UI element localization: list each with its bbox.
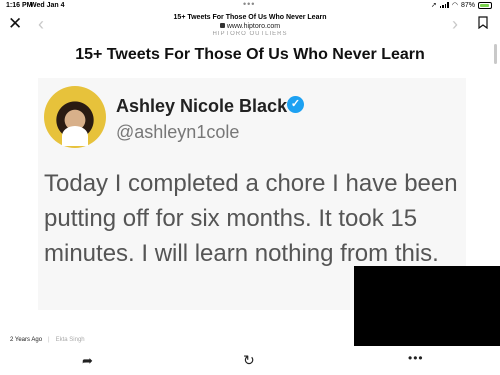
tweet-author-name: Ashley Nicole Black xyxy=(116,96,288,116)
bottom-toolbar: ➦ ↻ ••• xyxy=(0,350,500,375)
battery-percent: 87% xyxy=(460,1,475,9)
reload-icon[interactable]: ↻ xyxy=(243,352,255,369)
status-date: Wed Jan 4 xyxy=(30,2,65,9)
status-bar: 1:16 PM Wed Jan 4 ••• ➚ ◠ 87% xyxy=(0,0,500,12)
article-author[interactable]: Ekta Singh xyxy=(56,337,85,343)
url-text: www.hiptoro.com xyxy=(226,23,281,30)
scrollbar[interactable] xyxy=(494,44,497,64)
browser-url[interactable]: www.hiptoro.com xyxy=(120,23,380,30)
black-overlay-box xyxy=(354,266,500,346)
forward-icon[interactable]: › xyxy=(452,14,458,34)
share-icon[interactable]: ➦ xyxy=(82,353,93,369)
location-icon: ➚ xyxy=(431,2,437,9)
status-indicators: ➚ ◠ 87% xyxy=(431,1,492,9)
close-icon[interactable]: ✕ xyxy=(8,14,22,34)
avatar-shirt xyxy=(62,126,88,146)
more-icon[interactable]: ••• xyxy=(408,351,424,365)
multitasking-dots-icon[interactable]: ••• xyxy=(243,0,255,9)
verified-icon: ✓ xyxy=(287,96,304,113)
back-icon[interactable]: ‹ xyxy=(38,14,44,34)
article-title: 15+ Tweets For Those Of Us Who Never Lea… xyxy=(75,46,425,63)
battery-fill xyxy=(480,3,489,7)
article-meta: 2 Years Ago | Ekta Singh xyxy=(10,337,85,343)
lock-icon xyxy=(219,23,225,28)
tweet-text: Today I completed a chore I have been pu… xyxy=(44,170,458,267)
tweet-handle: @ashleyn1cole xyxy=(116,122,240,142)
status-time: 1:16 PM xyxy=(6,2,33,9)
avatar xyxy=(44,86,106,148)
battery-icon xyxy=(478,1,492,9)
browser-page-title: 15+ Tweets For Those Of Us Who Never Lea… xyxy=(173,14,327,21)
site-label: HIPTORO OUTLIERS xyxy=(212,31,288,37)
article-age: 2 Years Ago xyxy=(10,337,43,343)
meta-separator: | xyxy=(48,337,50,343)
wifi-icon: ◠ xyxy=(451,2,458,9)
bookmark-icon[interactable] xyxy=(478,16,488,29)
signal-icon xyxy=(439,2,449,8)
